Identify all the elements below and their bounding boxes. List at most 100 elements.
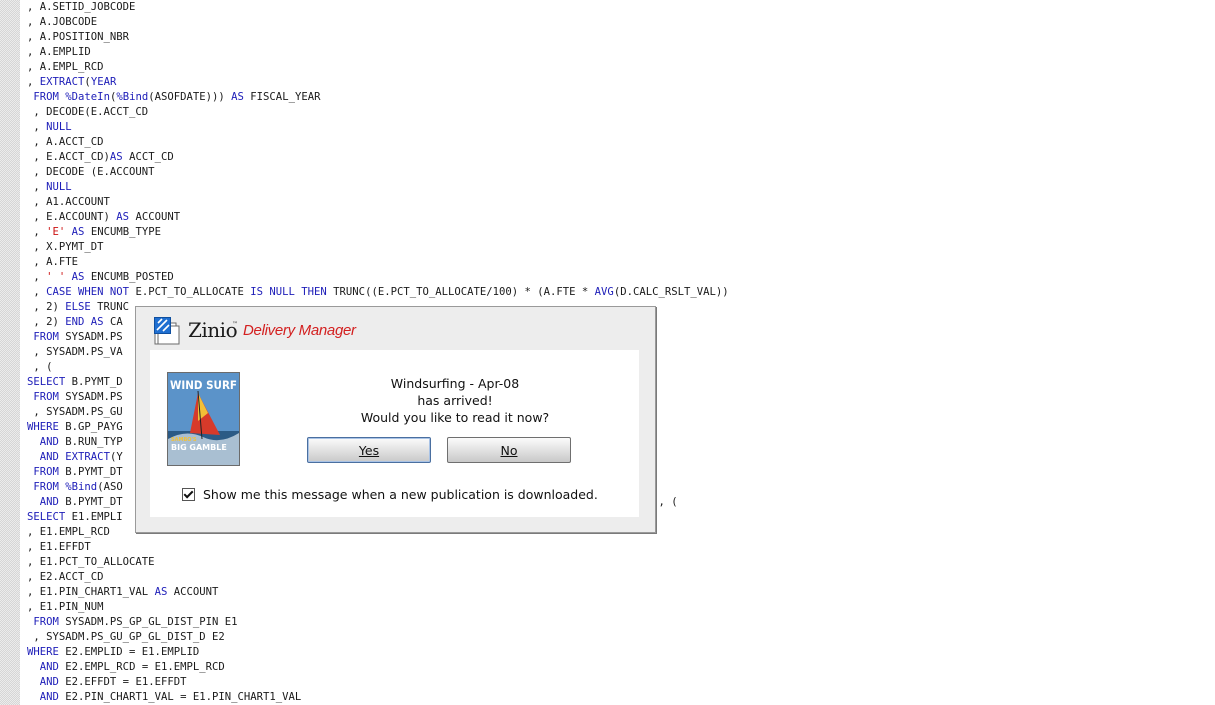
arrived-text: has arrived!	[417, 393, 493, 408]
publication-name: Windsurfing - Apr-08	[390, 376, 520, 391]
code-line: , A.EMPLID	[27, 45, 1215, 60]
code-text: ACCOUNT	[129, 211, 181, 223]
code-line: , 'E' AS ENCUMB_TYPE	[27, 225, 1215, 240]
code-line: , NULL	[27, 120, 1215, 135]
yes-button[interactable]: Yes	[307, 437, 431, 463]
code-text: , A.SETID_JOBCODE	[27, 1, 136, 13]
no-button[interactable]: No	[447, 437, 571, 463]
code-line: AND E2.EFFDT = E1.EFFDT	[27, 675, 1215, 690]
code-text: B.PYMT_D	[65, 376, 123, 388]
cover-title: WIND SURF	[170, 378, 237, 392]
code-line: , EXTRACT(YEAR	[27, 75, 1215, 90]
code-text: (ASOFDATE)))	[148, 91, 232, 103]
code-text: B.PYMT_DT	[58, 466, 123, 478]
code-text: ENCUMB_TYPE	[84, 226, 161, 238]
code-text: , E2.ACCT_CD	[27, 571, 104, 583]
code-text: , A.EMPL_RCD	[27, 61, 104, 73]
sql-keyword: SELECT	[27, 376, 66, 388]
code-line: , SYSADM.PS_GU_GP_GL_DIST_D E2	[27, 630, 1215, 645]
sql-keyword: AND	[39, 451, 59, 463]
dialog-content-panel: WIND SURF SAMBO'S BIG GAMBLE Windsurfing…	[150, 350, 639, 517]
sql-keyword: FROM	[33, 616, 59, 628]
sql-keyword: AS	[116, 211, 130, 223]
code-text: , E1.PCT_TO_ALLOCATE	[27, 556, 155, 568]
code-line: , NULL	[27, 180, 1215, 195]
sql-keyword: AVG	[594, 286, 614, 298]
code-text: , A.EMPLID	[27, 46, 91, 58]
sql-keyword: AS	[154, 586, 168, 598]
code-text: ,	[27, 181, 47, 193]
code-text: E2.EFFDT = E1.EFFDT	[58, 676, 187, 688]
code-text: B.GP_PAYG	[58, 421, 123, 433]
sql-keyword: AND	[39, 676, 59, 688]
sql-keyword: END AS	[65, 316, 104, 328]
code-line: , X.PYMT_DT	[27, 240, 1215, 255]
sql-keyword: FROM	[33, 481, 59, 493]
code-line: , E1.PCT_TO_ALLOCATE	[27, 555, 1215, 570]
code-text: (ASO	[97, 481, 123, 493]
sql-keyword: EXTRACT	[65, 451, 110, 463]
show-message-checkbox[interactable]	[182, 488, 195, 501]
code-line: , DECODE (E.ACCOUNT	[27, 165, 1215, 180]
brand-delivery-manager: Delivery Manager	[243, 322, 356, 339]
code-text: , E1.PIN_CHART1_VAL	[27, 586, 155, 598]
sql-keyword: EXTRACT	[39, 76, 85, 88]
delivery-manager-dialog: Zinio ™ Delivery Manager WIND SURF SAMBO…	[135, 306, 656, 533]
sql-keyword: AS	[231, 91, 244, 103]
code-text: SYSADM.PS_GP_GL_DIST_PIN E1	[58, 616, 238, 628]
code-text: ACCOUNT	[167, 586, 219, 598]
sql-keyword: YEAR	[90, 76, 117, 88]
code-line: , E2.ACCT_CD	[27, 570, 1215, 585]
code-text: , E.ACCT_CD)	[27, 151, 110, 163]
code-text: E2.EMPL_RCD = E1.EMPL_RCD	[58, 661, 225, 673]
code-line: , E.ACCT_CD)AS ACCT_CD	[27, 150, 1215, 165]
sql-keyword: AND	[39, 661, 59, 673]
sql-keyword: FROM	[33, 466, 59, 478]
sql-string: 'E'	[46, 226, 66, 238]
sql-keyword: %Bind	[65, 481, 98, 493]
no-button-label: No	[500, 442, 518, 458]
sql-keyword: AS	[71, 271, 85, 283]
code-text: , A.JOBCODE	[27, 16, 98, 28]
sql-keyword: AND	[39, 691, 59, 703]
code-text: , E.ACCOUNT)	[27, 211, 117, 223]
code-text: , X.PYMT_DT	[27, 241, 104, 253]
code-text: , 2)	[27, 301, 66, 313]
code-text: ,	[27, 121, 47, 133]
sql-keyword: FROM	[33, 91, 59, 103]
sql-keyword: AND	[39, 436, 59, 448]
sql-keyword: FROM	[33, 331, 59, 343]
code-text: , E1.EMPL_RCD	[27, 526, 110, 538]
sql-keyword: FROM	[33, 391, 59, 403]
code-line: , A.ACCT_CD	[27, 135, 1215, 150]
code-text: ,	[27, 226, 47, 238]
code-text: , (	[27, 361, 53, 373]
code-line: , A.EMPL_RCD	[27, 60, 1215, 75]
code-text: , SYSADM.PS_VA	[27, 346, 123, 358]
code-line: FROM %DateIn(%Bind(ASOFDATE))) AS FISCAL…	[27, 90, 1215, 105]
code-text: CA	[103, 316, 123, 328]
code-text: , E1.EFFDT	[27, 541, 91, 553]
show-message-label: Show me this message when a new publicat…	[203, 487, 598, 502]
code-text: , SYSADM.PS_GU_GP_GL_DIST_D E2	[27, 631, 225, 643]
code-text: B.RUN_TYP	[58, 436, 123, 448]
code-text: ,	[27, 286, 47, 298]
code-text: (Y	[109, 451, 123, 463]
code-text: TRUNC	[90, 301, 130, 313]
code-text: , A.FTE	[27, 256, 79, 268]
code-text: TRUNC((E.PCT_TO_ALLOCATE/100) * (A.FTE *	[326, 286, 595, 298]
arrival-message: Windsurfing - Apr-08 has arrived! Would …	[310, 375, 600, 426]
code-line: , A1.ACCOUNT	[27, 195, 1215, 210]
code-text: , 2)	[27, 316, 66, 328]
sql-keyword: NULL	[46, 121, 72, 133]
code-line: , E1.PIN_CHART1_VAL AS ACCOUNT	[27, 585, 1215, 600]
read-now-question: Would you like to read it now?	[360, 410, 550, 425]
sql-keyword: SELECT	[27, 511, 66, 523]
code-text: (D.CALC_RSLT_VAL))	[613, 286, 729, 298]
sql-keyword: %Bind	[116, 91, 149, 103]
code-text: , A.ACCT_CD	[27, 136, 104, 148]
code-text: , DECODE(E.ACCT_CD	[27, 106, 149, 118]
sql-keyword: AS	[109, 151, 123, 163]
